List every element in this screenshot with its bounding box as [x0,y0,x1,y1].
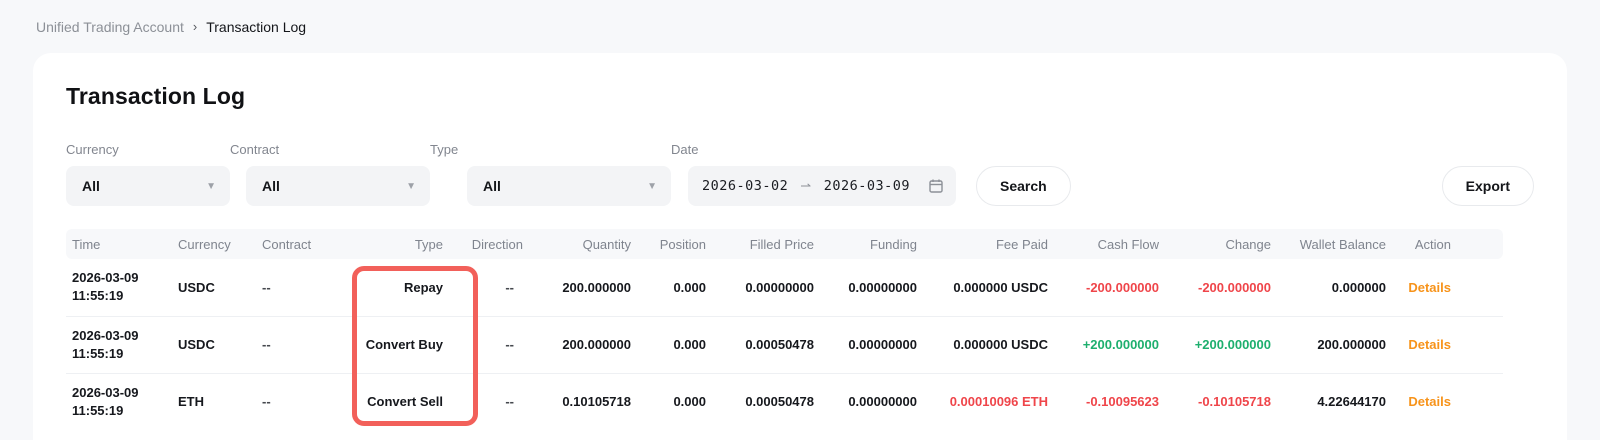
cell-direction: -- [447,373,527,430]
cell-quantity: 0.10105718 [527,373,635,430]
cell-quantity: 200.000000 [527,316,635,373]
cell-filled-price: 0.00050478 [710,373,818,430]
date-range-end: 2026-03-09 [824,178,910,194]
contract-filter: Contract All ▼ [230,142,430,206]
filters-bar: Currency All ▼ Contract All ▼ Type All ▼… [66,142,1534,206]
transaction-table: Time Currency Contract Type Direction Qu… [66,229,1503,430]
cell-change: -0.10105718 [1163,373,1275,430]
cell-change: +200.000000 [1163,316,1275,373]
col-header-funding: Funding [818,229,921,259]
col-header-filled-price: Filled Price [710,229,818,259]
cell-time: 2026-03-09 11:55:19 [66,259,178,316]
cell-position: 0.000 [635,373,710,430]
breadcrumb-separator-icon: › [193,19,197,34]
table-row: 2026-03-09 11:55:19 ETH -- Convert Sell … [66,373,1503,430]
transaction-table-wrap: Time Currency Contract Type Direction Qu… [66,229,1534,430]
col-header-action: Action [1390,229,1503,259]
cell-type: Convert Sell [350,373,447,430]
cell-funding: 0.00000000 [818,316,921,373]
cell-fee-paid: 0.000000 USDC [921,316,1052,373]
chevron-down-icon: ▼ [647,181,657,192]
breadcrumb-parent-link[interactable]: Unified Trading Account [36,19,184,35]
col-header-quantity: Quantity [527,229,635,259]
cell-cash-flow: -200.000000 [1052,259,1163,316]
col-header-change: Change [1163,229,1275,259]
cell-time: 2026-03-09 11:55:19 [66,316,178,373]
col-header-direction: Direction [447,229,527,259]
cell-cash-flow: -0.10095623 [1052,373,1163,430]
type-filter: Type All ▼ [430,142,671,206]
cell-change: -200.000000 [1163,259,1275,316]
date-range-start: 2026-03-02 [702,178,788,194]
currency-filter-label: Currency [66,142,230,157]
chevron-down-icon: ▼ [206,181,216,192]
breadcrumb-current: Transaction Log [206,19,306,35]
type-select-value: All [483,178,501,194]
export-button[interactable]: Export [1442,166,1534,206]
cell-position: 0.000 [635,259,710,316]
cell-contract: -- [262,316,350,373]
cell-filled-price: 0.00000000 [710,259,818,316]
col-header-type: Type [350,229,447,259]
date-range-picker[interactable]: 2026-03-02 ⇀ 2026-03-09 [688,166,956,206]
calendar-icon [928,178,944,194]
col-header-cash-flow: Cash Flow [1052,229,1163,259]
cell-contract: -- [262,373,350,430]
cell-currency: ETH [178,373,262,430]
search-button[interactable]: Search [976,166,1071,206]
cell-action: Details [1390,259,1503,316]
cell-direction: -- [447,259,527,316]
currency-select-value: All [82,178,100,194]
cell-wallet-balance: 0.000000 [1275,259,1390,316]
currency-select[interactable]: All ▼ [66,166,230,206]
cell-wallet-balance: 4.22644170 [1275,373,1390,430]
contract-select-value: All [262,178,280,194]
cell-cash-flow: +200.000000 [1052,316,1163,373]
cell-funding: 0.00000000 [818,373,921,430]
date-filter: Date 2026-03-02 ⇀ 2026-03-09 [671,142,956,206]
currency-filter: Currency All ▼ [66,142,230,206]
cell-fee-paid: 0.00010096 ETH [921,373,1052,430]
transaction-log-card: Transaction Log Currency All ▼ Contract … [33,53,1567,440]
cell-currency: USDC [178,316,262,373]
details-link[interactable]: Details [1408,394,1451,409]
type-filter-label: Type [430,142,671,157]
table-row: 2026-03-09 11:55:19 USDC -- Repay -- 200… [66,259,1503,316]
col-header-time: Time [66,229,178,259]
cell-time: 2026-03-09 11:55:19 [66,373,178,430]
cell-funding: 0.00000000 [818,259,921,316]
cell-position: 0.000 [635,316,710,373]
page-title: Transaction Log [66,83,1534,110]
col-header-wallet-balance: Wallet Balance [1275,229,1390,259]
table-header-row: Time Currency Contract Type Direction Qu… [66,229,1503,259]
cell-contract: -- [262,259,350,316]
details-link[interactable]: Details [1408,337,1451,352]
cell-type: Convert Buy [350,316,447,373]
type-select[interactable]: All ▼ [467,166,671,206]
cell-direction: -- [447,316,527,373]
col-header-fee-paid: Fee Paid [921,229,1052,259]
cell-fee-paid: 0.000000 USDC [921,259,1052,316]
breadcrumb: Unified Trading Account › Transaction Lo… [0,0,1600,35]
cell-action: Details [1390,316,1503,373]
table-row: 2026-03-09 11:55:19 USDC -- Convert Buy … [66,316,1503,373]
date-filter-label: Date [671,142,956,157]
chevron-down-icon: ▼ [406,181,416,192]
cell-type: Repay [350,259,447,316]
cell-currency: USDC [178,259,262,316]
col-header-position: Position [635,229,710,259]
details-link[interactable]: Details [1408,280,1451,295]
contract-select[interactable]: All ▼ [246,166,430,206]
contract-filter-label: Contract [230,142,430,157]
col-header-currency: Currency [178,229,262,259]
cell-action: Details [1390,373,1503,430]
cell-wallet-balance: 200.000000 [1275,316,1390,373]
cell-quantity: 200.000000 [527,259,635,316]
date-range-arrow-icon: ⇀ [800,178,811,194]
col-header-contract: Contract [262,229,350,259]
cell-filled-price: 0.00050478 [710,316,818,373]
